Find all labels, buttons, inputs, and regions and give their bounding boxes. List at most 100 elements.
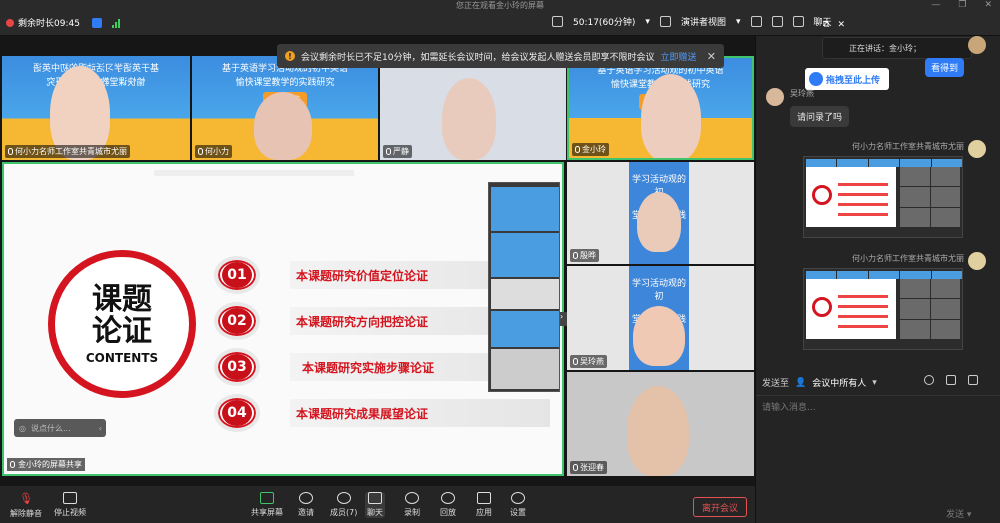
share-banner <box>154 170 354 176</box>
file-icon[interactable] <box>946 375 956 385</box>
gear-icon <box>511 492 525 504</box>
video-tile[interactable]: 基于英语学习活动观的初中英语愉快课堂教学的实践研究开题报告2024年11月1 何… <box>192 56 378 160</box>
slide-text: 学习活动观的初 <box>631 279 686 302</box>
video-tile[interactable]: 基于英语学习活动观的初中英语愉快课堂教学的实践研究 何小力名师工作室共青城市尤丽 <box>2 56 190 160</box>
recipient-select[interactable]: 会议中所有人 <box>812 376 866 389</box>
speaking-indicator: 正在讲话：金小玲； <box>822 37 972 59</box>
participant-name: 何小力名师工作室共青城市尤丽 <box>5 145 130 158</box>
participant-video <box>627 386 689 476</box>
chat-image[interactable] <box>803 156 963 238</box>
participant-video <box>641 74 701 158</box>
contents-subtitle: CONTENTS <box>85 350 159 365</box>
item-text: 本课题研究成果展望论证 <box>290 399 550 427</box>
participant-name: 吴玲燕 <box>570 355 607 368</box>
members-button[interactable]: 成员(7) <box>330 492 357 518</box>
chat-button[interactable]: 聊天 <box>365 492 385 518</box>
participant-name: 张迎春 <box>570 461 607 474</box>
item-number-badge: 01 <box>214 256 260 294</box>
close-icon[interactable]: ✕ <box>984 0 992 10</box>
chat-image[interactable] <box>803 268 963 350</box>
participant-video <box>637 192 681 252</box>
video-tile[interactable]: 严静 <box>380 56 566 160</box>
screenshot-icon[interactable] <box>968 375 978 385</box>
meeting-toolbar: 🎙 解除静音 停止视频 共享屏幕 邀请 成员(7) 聊天 录制 回放 应用 设置 … <box>0 486 755 523</box>
speak-input[interactable]: ◎ 说点什么... ‹ <box>14 419 106 437</box>
replay-button[interactable]: 回放 <box>440 492 456 518</box>
emoji-icon[interactable] <box>924 375 934 385</box>
send-button[interactable]: 发送 ▾ <box>946 507 971 520</box>
grid-icon <box>659 16 671 27</box>
participant-name: 严静 <box>383 145 412 158</box>
close-icon[interactable]: ✕ <box>707 50 716 63</box>
mini-gallery <box>488 182 560 392</box>
chat-input[interactable]: 请输入消息... <box>762 400 816 413</box>
item-number-badge: 03 <box>214 348 260 386</box>
members-icon <box>336 492 351 504</box>
apps-button[interactable]: 应用 <box>476 492 492 518</box>
unmute-button[interactable]: 🎙 解除静音 <box>10 492 42 519</box>
item-number-badge: 04 <box>214 394 260 432</box>
contents-title: 课题论证 <box>92 281 152 349</box>
chat-icon <box>368 492 382 504</box>
maximize-icon[interactable]: ❐ <box>958 0 966 10</box>
minimize-icon[interactable]: — <box>931 0 940 10</box>
invite-button[interactable]: 邀请 <box>298 492 314 518</box>
view-mode-button[interactable]: 演讲者视图 <box>681 15 726 28</box>
send-to: 发送至 👤 会议中所有人 ▾ <box>762 376 877 390</box>
sender-name: 何小力名师工作室共青城市尤丽 <box>852 142 964 151</box>
avatar <box>968 36 986 54</box>
window-controls: — ❐ ✕ <box>931 0 992 10</box>
sender-name: 吴玲燕 <box>790 89 814 98</box>
record-icon <box>405 492 419 504</box>
timer-icon <box>552 16 563 27</box>
mic-icon <box>198 148 203 155</box>
video-tile-active[interactable]: 基于英语学习活动观的初中英语愉快课堂教学的实践研究开题报告 金小玲 <box>567 56 754 160</box>
meeting-duration[interactable]: 50:17(60分钟) <box>573 15 635 28</box>
warning-text: 会议剩余时长已不足10分钟，如需延长会议时间，给会议发起人赠送会员即享不限时会议 <box>301 52 655 63</box>
participant-video <box>254 92 312 160</box>
mic-icon <box>573 464 578 471</box>
participant-video <box>442 78 496 160</box>
gift-link[interactable]: 立即赠送 <box>660 50 696 63</box>
share-screen-button[interactable]: 共享屏幕 <box>251 492 283 518</box>
mic-icon <box>573 252 578 259</box>
user-icon: 👤 <box>795 377 807 388</box>
avatar <box>968 140 986 158</box>
chevron-down-icon[interactable]: ▾ <box>736 17 741 27</box>
video-tile[interactable]: 学习活动观的初 堂教学的实践 殷晔 <box>567 162 754 264</box>
popout-icon[interactable]: ⧉ <box>823 20 829 30</box>
mic-icon <box>10 461 15 468</box>
remaining-time: 剩余时长09:45 <box>6 16 120 29</box>
avatar <box>766 88 784 106</box>
chat-divider <box>756 395 1000 396</box>
stop-video-button[interactable]: 停止视频 <box>54 492 86 518</box>
clock-icon <box>6 18 14 27</box>
video-tile[interactable]: 张迎春 <box>567 372 754 476</box>
apps-icon <box>477 492 491 504</box>
slide-subtitle: 愉快课堂教学的实践研究 <box>235 78 335 88</box>
video-tile[interactable]: 学习活动观的初 堂教学的实践 吴玲燕 <box>567 266 754 370</box>
signal-icon[interactable] <box>111 18 120 28</box>
chat-close-icon[interactable]: ✕ <box>837 20 845 30</box>
participant-name: 金小玲 <box>572 143 609 156</box>
sender-name: 何小力名师工作室共青城市尤丽 <box>852 254 964 263</box>
record-button[interactable]: 录制 <box>404 492 420 518</box>
invite-icon <box>299 492 313 504</box>
chat-tools <box>924 375 978 385</box>
shield-icon[interactable] <box>91 17 102 28</box>
contents-item: 04 本课题研究成果展望论证 <box>214 394 550 432</box>
contents-circle: 课题论证 CONTENTS <box>48 250 196 398</box>
mic-icon <box>8 148 13 155</box>
chevron-down-icon[interactable]: ▾ <box>872 378 877 388</box>
item-number-badge: 02 <box>214 302 260 340</box>
drag-upload-hint[interactable]: 拖拽至此上传 <box>805 68 889 90</box>
chevron-left-icon[interactable]: ‹ <box>99 424 102 433</box>
participant-video <box>633 306 685 366</box>
replay-icon <box>441 492 455 504</box>
avatar <box>968 252 986 270</box>
settings-button[interactable]: 设置 <box>510 492 526 518</box>
leave-meeting-button[interactable]: 离开会议 <box>693 497 747 517</box>
share-owner-label: 金小玲的屏幕共享 <box>7 458 85 471</box>
send-to-label: 发送至 <box>762 379 790 389</box>
chevron-down-icon[interactable]: ▾ <box>645 17 650 27</box>
